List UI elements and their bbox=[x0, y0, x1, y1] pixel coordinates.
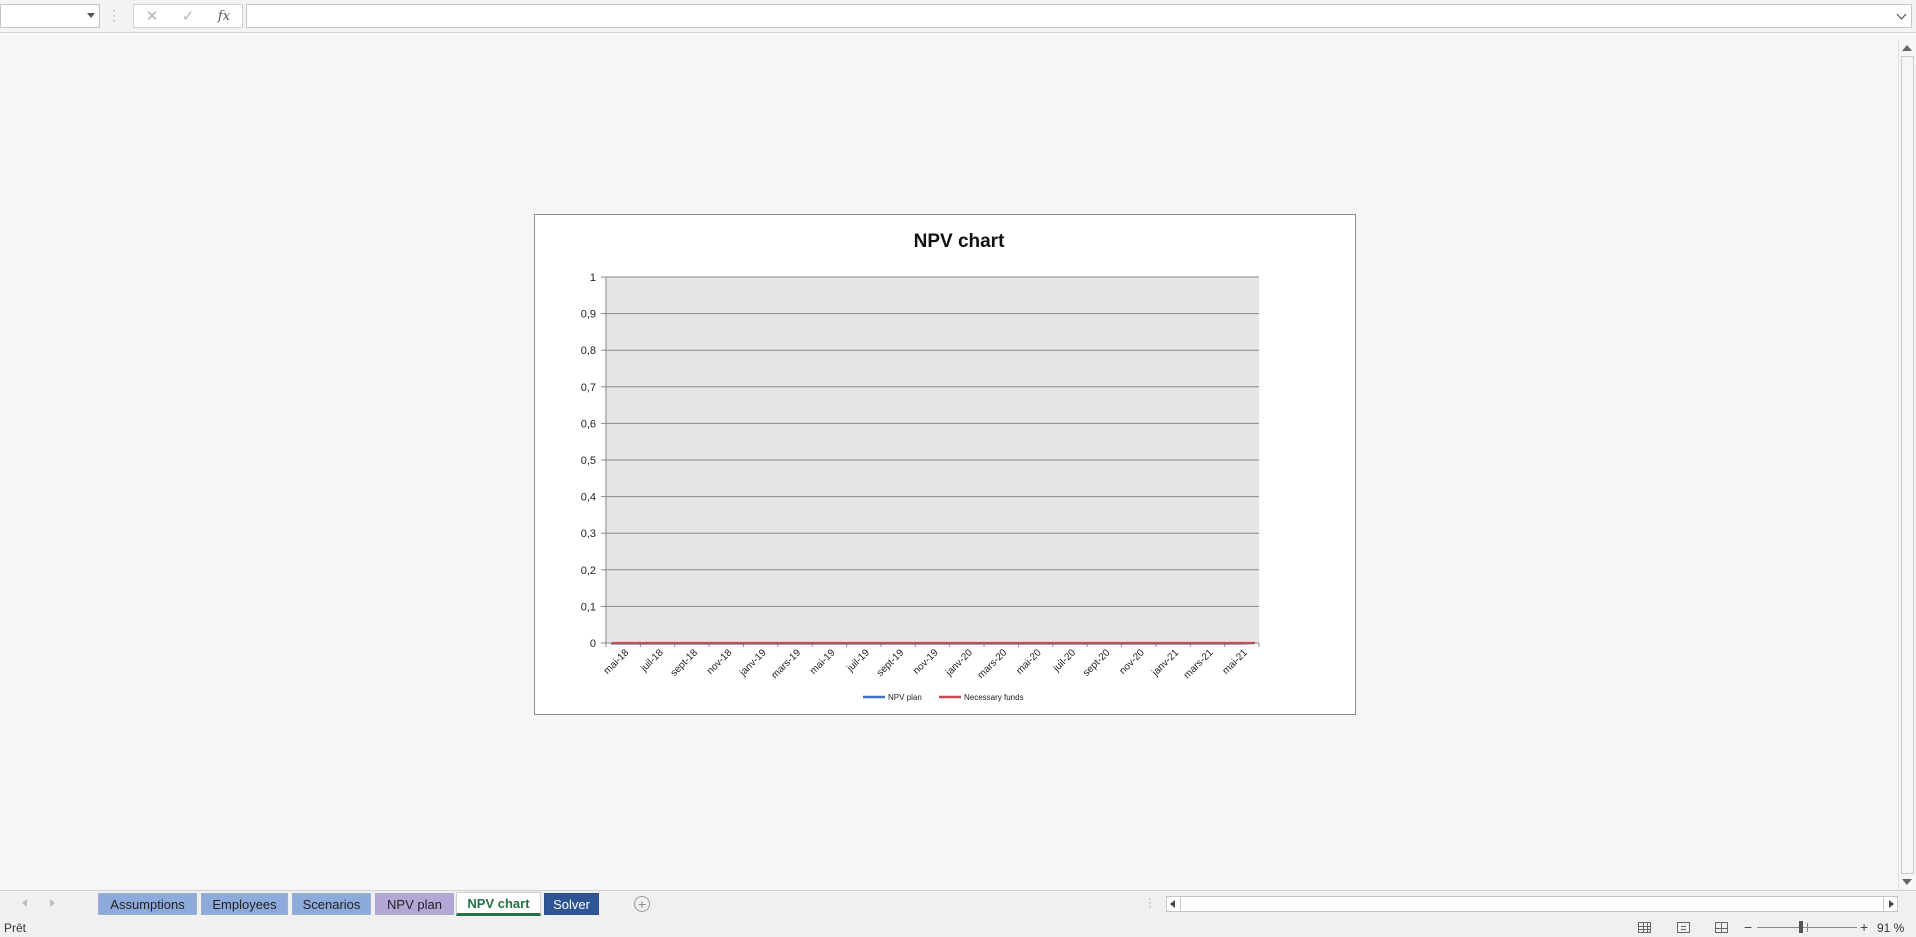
y-tick-label: 1 bbox=[590, 272, 596, 284]
more-options-icon[interactable]: · · · bbox=[112, 4, 116, 26]
x-tick-label: mai-21 bbox=[1221, 647, 1251, 677]
zoom-in-button[interactable]: + bbox=[1860, 919, 1868, 935]
next-sheet-icon[interactable] bbox=[50, 899, 55, 907]
sheet-tab[interactable]: Solver bbox=[544, 893, 599, 915]
y-tick-label: 0,5 bbox=[581, 455, 596, 467]
formula-bar: · · · ✕ ✓ fx bbox=[0, 0, 1916, 33]
page-layout-view-icon[interactable] bbox=[1677, 922, 1690, 933]
npv-chart-svg: NPV chart 10,90,80,70,60,50,40,30,20,10 … bbox=[581, 231, 1260, 702]
x-tick-label: mai-18 bbox=[602, 647, 632, 677]
y-tick-label: 0,2 bbox=[581, 565, 596, 577]
legend-label: NPV plan bbox=[888, 693, 922, 702]
y-tick-label: 0,1 bbox=[581, 601, 596, 613]
normal-view-icon[interactable] bbox=[1638, 922, 1651, 933]
npv-chart-object[interactable]: NPV chart 1 0,9 0,8 0,7 0,6 0,5 0,4 0,3 0,2 0,1 0 … bbox=[534, 214, 1356, 715]
sheet-tab[interactable]: NPV chart bbox=[456, 892, 541, 916]
x-tick-label: nov-20 bbox=[1117, 647, 1147, 677]
chart-title: NPV chart bbox=[914, 231, 1005, 252]
page-break-view-icon[interactable] bbox=[1715, 922, 1728, 933]
sheet-tab[interactable]: Scenarios bbox=[292, 893, 371, 915]
y-tick-label: 0,7 bbox=[581, 382, 596, 394]
insert-function-icon[interactable]: fx bbox=[214, 8, 234, 26]
scroll-right-icon[interactable] bbox=[1889, 900, 1894, 908]
zoom-level[interactable]: 91 % bbox=[1877, 921, 1904, 935]
y-tick-label: 0,6 bbox=[581, 418, 596, 430]
sheet-tab[interactable]: NPV plan bbox=[375, 893, 454, 915]
x-tick-label: janv-19 bbox=[737, 647, 769, 679]
scroll-left-icon[interactable] bbox=[1170, 900, 1175, 908]
x-tick-label: sept-18 bbox=[669, 647, 701, 679]
horizontal-scrollbar[interactable] bbox=[1166, 896, 1898, 912]
previous-sheet-icon[interactable] bbox=[22, 899, 27, 907]
x-tick-label: mars-19 bbox=[769, 647, 803, 681]
formula-buttons: ✕ ✓ fx bbox=[133, 4, 243, 28]
name-box[interactable] bbox=[0, 4, 100, 28]
x-tick-label: mars-20 bbox=[976, 647, 1010, 681]
y-tick-label: 0,8 bbox=[581, 345, 596, 357]
x-tick-label: juil-18 bbox=[638, 647, 666, 675]
sheet-tab[interactable]: Employees bbox=[201, 893, 288, 915]
x-tick-label: sept-20 bbox=[1081, 647, 1113, 679]
y-tick-label: 0,9 bbox=[581, 309, 596, 321]
scroll-down-icon[interactable] bbox=[1902, 879, 1912, 885]
split-handle-icon[interactable]: · · · bbox=[1148, 894, 1152, 913]
y-tick-label: 0,4 bbox=[581, 492, 596, 504]
x-tick-label: nov-19 bbox=[911, 647, 941, 677]
y-tick-label: 0,3 bbox=[581, 528, 596, 540]
formula-input[interactable] bbox=[246, 4, 1912, 28]
scroll-up-icon[interactable] bbox=[1902, 45, 1912, 51]
x-tick-label: juil-19 bbox=[845, 647, 873, 675]
zoom-slider-thumb[interactable] bbox=[1799, 921, 1803, 933]
status-bar: Prêt − + 91 % bbox=[0, 918, 1916, 937]
x-tick-label: mars-21 bbox=[1182, 647, 1216, 681]
x-tick-label: janv-20 bbox=[943, 647, 975, 679]
enter-icon[interactable]: ✓ bbox=[178, 8, 198, 26]
zoom-slider-center-mark bbox=[1807, 923, 1808, 932]
x-tick-label: juil-20 bbox=[1051, 647, 1079, 675]
chart-legend: NPV plan Necessary funds bbox=[863, 693, 1024, 702]
sheet-tab[interactable]: Assumptions bbox=[98, 893, 197, 915]
vertical-scrollbar[interactable] bbox=[1898, 40, 1916, 890]
add-sheet-icon[interactable]: + bbox=[634, 896, 650, 912]
legend-label: Necessary funds bbox=[964, 693, 1024, 702]
series-lines bbox=[610, 641, 1256, 645]
sheet-tab-bar: Assumptions Employees Scenarios NPV plan NPV… bbox=[0, 890, 1916, 918]
x-axis-ticks: mai-18 juil-18 sept-18 nov-18 janv-19 mars-19… bbox=[602, 647, 1250, 681]
x-tick-label: nov-18 bbox=[705, 647, 735, 677]
x-tick-label: mai-19 bbox=[808, 647, 838, 677]
vertical-scroll-track[interactable] bbox=[1901, 56, 1914, 874]
expand-formula-bar-icon[interactable] bbox=[1896, 9, 1907, 20]
chevron-down-icon[interactable] bbox=[87, 13, 95, 18]
cancel-icon[interactable]: ✕ bbox=[142, 8, 162, 26]
x-tick-label: mai-20 bbox=[1014, 647, 1044, 677]
x-tick-label: janv-21 bbox=[1150, 647, 1182, 679]
horizontal-scroll-thumb[interactable] bbox=[1180, 898, 1884, 910]
status-ready-text: Prêt bbox=[4, 921, 27, 935]
zoom-out-button[interactable]: − bbox=[1744, 919, 1752, 935]
y-axis-ticks: 1 0,9 0,8 0,7 0,6 0,5 0,4 0,3 0,2 0,1 0 bbox=[581, 272, 596, 650]
y-tick-label: 0 bbox=[590, 638, 596, 650]
x-tick-label: sept-19 bbox=[875, 647, 907, 679]
